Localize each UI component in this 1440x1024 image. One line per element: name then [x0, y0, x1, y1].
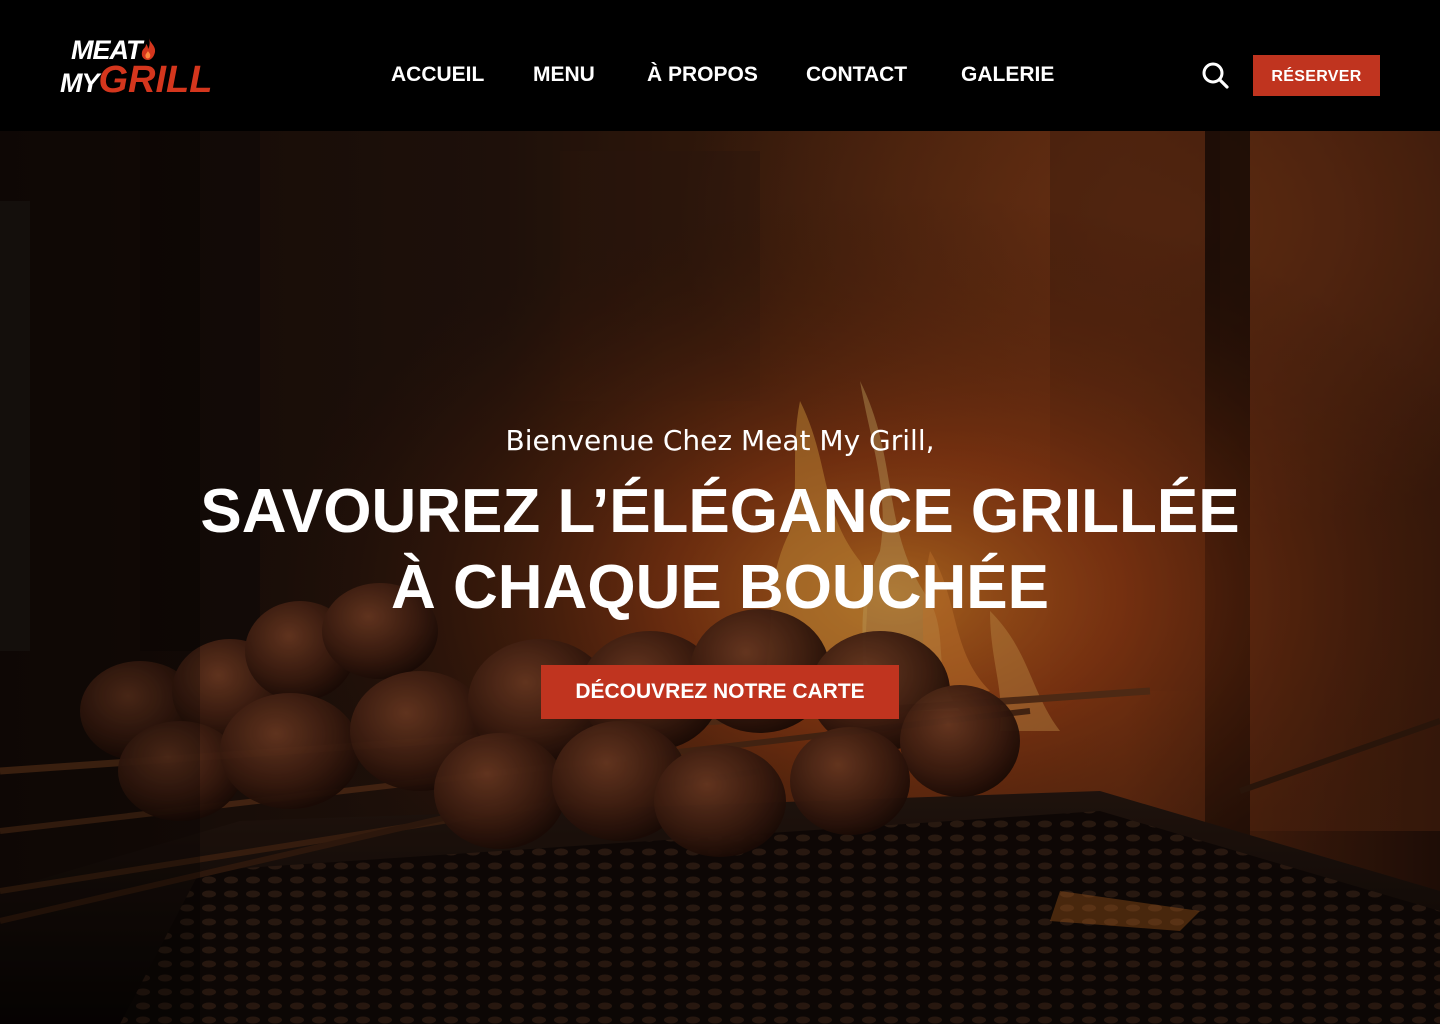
search-button[interactable]: [1200, 60, 1230, 90]
hero-title-line-1: SAVOUREZ L’ÉLÉGANCE GRILLÉE: [200, 477, 1240, 546]
hero-welcome-text: Bienvenue Chez Meat My Grill,: [505, 424, 935, 457]
logo-line-mygrill: MYGRILL: [60, 59, 213, 106]
nav-item-galerie[interactable]: GALERIE: [961, 62, 1054, 88]
logo-word-my: MY: [60, 68, 99, 98]
hero-section: Bienvenue Chez Meat My Grill, SAVOUREZ L…: [0, 131, 1440, 1024]
page: MEAT MYGRILL ACCUEIL MENU À PROPOS CONTA…: [0, 0, 1440, 1024]
discover-menu-button[interactable]: DÉCOUVREZ NOTRE CARTE: [541, 665, 899, 719]
brand-logo[interactable]: MEAT MYGRILL: [60, 36, 212, 100]
flame-icon: [141, 38, 156, 60]
nav-item-contact[interactable]: CONTACT: [806, 62, 907, 88]
reserve-button[interactable]: RÉSERVER: [1253, 55, 1380, 96]
hero-title-line-2: À CHAQUE BOUCHÉE: [391, 553, 1049, 622]
nav-item-menu[interactable]: MENU: [533, 62, 595, 88]
search-icon: [1202, 62, 1229, 89]
logo-word-grill: GRILL: [98, 59, 213, 101]
site-header: MEAT MYGRILL ACCUEIL MENU À PROPOS CONTA…: [0, 0, 1440, 131]
hero-title: SAVOUREZ L’ÉLÉGANCE GRILLÉE À CHAQUE BOU…: [0, 474, 1440, 626]
nav-item-accueil[interactable]: ACCUEIL: [391, 62, 484, 88]
nav-item-a-propos[interactable]: À PROPOS: [647, 62, 758, 88]
